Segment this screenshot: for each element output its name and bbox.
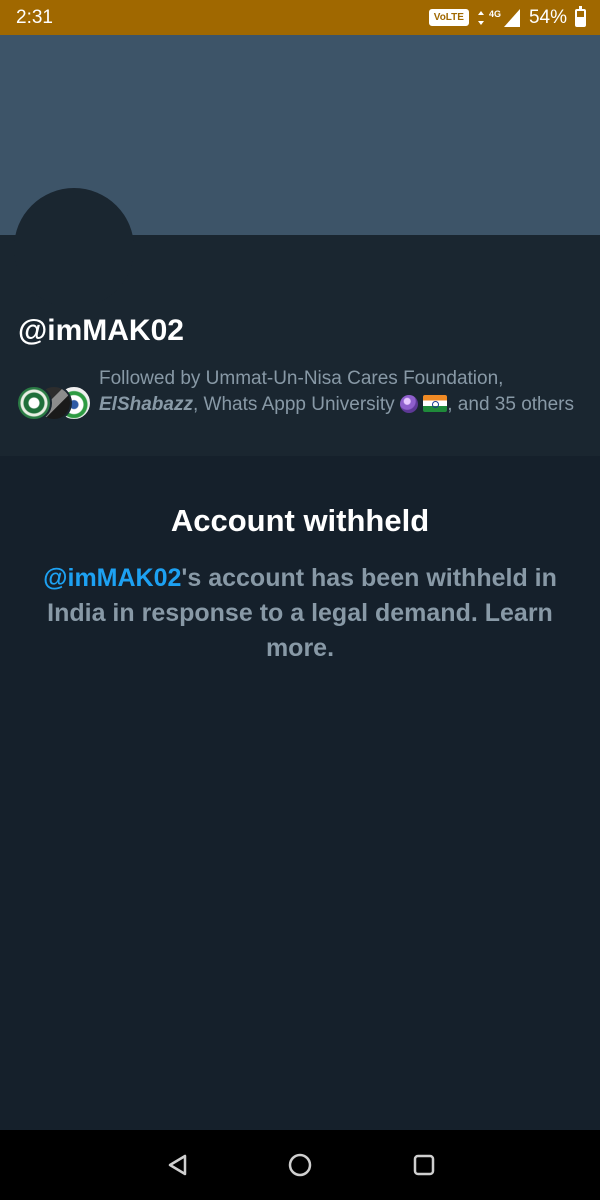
cell-signal-icon xyxy=(503,8,520,27)
followed-by-suffix: , and 35 xyxy=(447,394,516,415)
followed-by-text[interactable]: Followed by Ummat-Un-Nisa Cares Foundati… xyxy=(99,366,579,418)
volte-icon: VoLTE xyxy=(428,9,469,26)
followed-by-prefix: Followed by Ummat-Un-Nisa Cares Foundati… xyxy=(99,368,504,389)
crystal-ball-icon xyxy=(399,395,418,413)
followers-you-know-avatars[interactable] xyxy=(16,385,92,421)
followed-by-name: ElShabazz xyxy=(99,394,193,415)
followed-by-name: , Whats Appp University xyxy=(192,394,395,415)
status-icons: VoLTE 4G 54% xyxy=(428,5,586,29)
profile-avatar[interactable] xyxy=(14,188,134,308)
status-time: 2:31 xyxy=(16,6,53,28)
data-arrows-icon xyxy=(477,10,484,25)
status-bar: 2:31 VoLTE 4G 54% xyxy=(0,0,600,35)
withheld-title: Account withheld xyxy=(170,503,430,538)
follower-avatar xyxy=(16,385,52,421)
battery-percent: 54% xyxy=(528,6,567,28)
battery-fill xyxy=(577,16,584,25)
back-triangle-icon[interactable] xyxy=(165,1152,191,1178)
withheld-mention-link[interactable]: @imMAK02 xyxy=(43,564,181,592)
withheld-message: @imMAK02's account has been withheld in … xyxy=(40,561,560,666)
india-flag-icon xyxy=(423,395,448,412)
home-circle-icon[interactable] xyxy=(287,1152,313,1178)
profile-handle: @imMAK02 xyxy=(18,314,184,347)
network-type: 4G xyxy=(488,8,501,19)
recents-square-icon[interactable] xyxy=(411,1152,437,1178)
followed-by-end: others xyxy=(521,394,575,415)
signal-icon: 4G xyxy=(477,8,521,28)
battery-icon xyxy=(575,5,586,27)
system-nav-bar xyxy=(0,1130,600,1200)
